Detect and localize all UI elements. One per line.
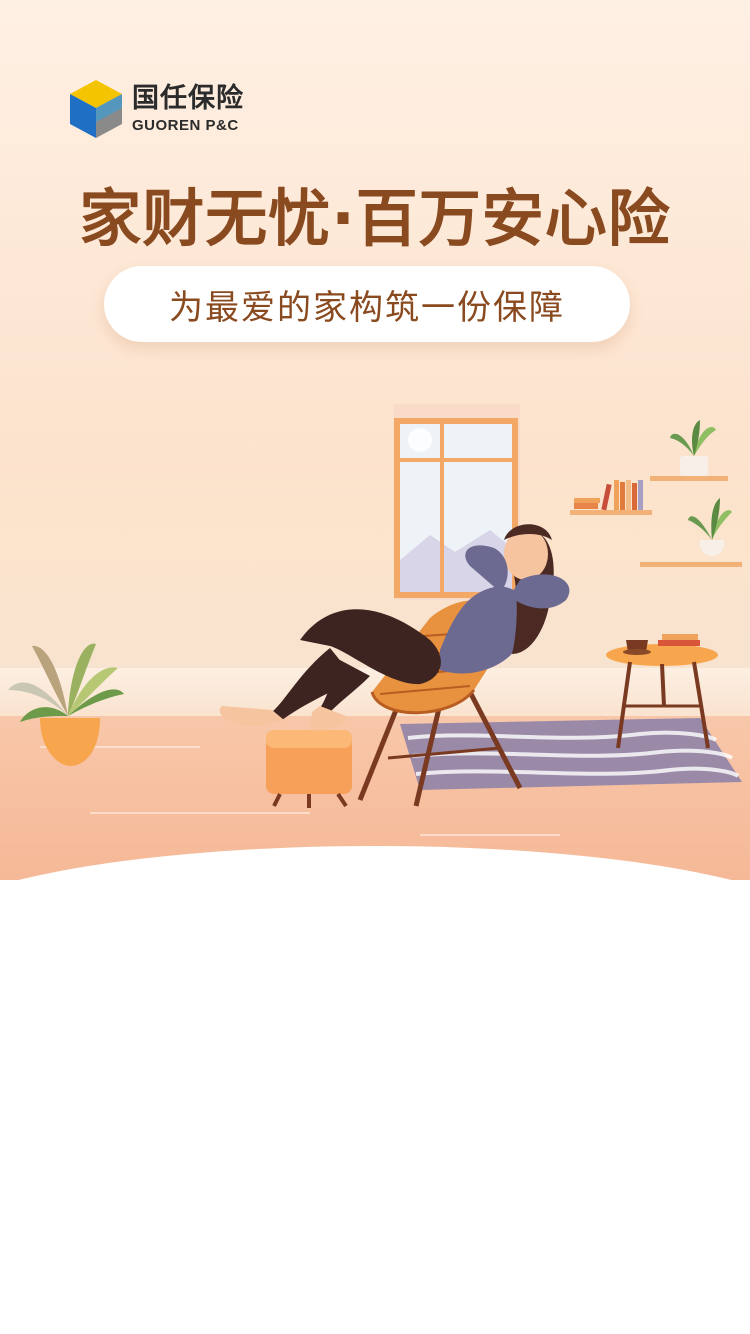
- potted-plant-illustration: [8, 643, 124, 766]
- brand-name-cn: 国任保险: [132, 83, 244, 114]
- brand-name-en: GUOREN P&C: [132, 117, 239, 134]
- bookshelf-illustration: [570, 420, 742, 567]
- subtitle-pill: 为最爱的家构筑一份保障: [104, 266, 630, 342]
- brand-logo: 国任保险 GUOREN P&C: [68, 78, 244, 140]
- cube-logo-icon: [70, 80, 122, 138]
- banner-subtitle: 为最爱的家构筑一份保障: [169, 287, 565, 328]
- rug-illustration: [400, 718, 742, 790]
- footstool-illustration: [266, 730, 352, 808]
- banner-title: 家财无忧·百万安心险: [79, 182, 671, 255]
